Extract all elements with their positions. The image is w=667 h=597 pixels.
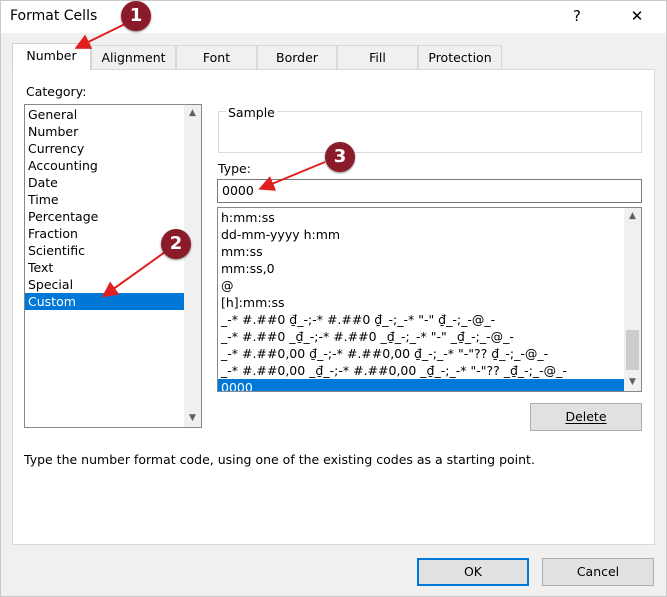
close-icon[interactable]: ✕ — [620, 4, 654, 28]
list-item[interactable]: _-* #.##0 _₫_-;-* #.##0 _₫_-;_-* "-" _₫_… — [218, 328, 624, 345]
tab-fill[interactable]: Fill — [337, 45, 418, 69]
annotation-badge-1: 1 — [121, 1, 151, 31]
tab-font[interactable]: Font — [176, 45, 257, 69]
scroll-thumb[interactable] — [626, 330, 639, 370]
help-icon[interactable]: ? — [560, 4, 594, 28]
list-item[interactable]: mm:ss — [218, 243, 624, 260]
list-item[interactable]: Number — [25, 123, 201, 140]
type-input[interactable]: 0000 — [217, 179, 642, 203]
type-format-list[interactable]: h:mm:ss dd-mm-yyyy h:mm mm:ss mm:ss,0 @ [h]:m… — [217, 207, 642, 392]
list-item[interactable]: Time — [25, 191, 201, 208]
list-item[interactable]: _-* #.##0,00 ₫_-;-* #.##0,00 ₫_-;_-* "-"… — [218, 345, 624, 362]
tab-alignment[interactable]: Alignment — [91, 45, 176, 69]
list-item[interactable]: Special — [25, 276, 201, 293]
ok-button[interactable]: OK — [417, 558, 529, 586]
scroll-up-icon[interactable]: ▲ — [624, 208, 641, 225]
annotation-badge-3: 3 — [325, 142, 355, 172]
type-label: Type: — [218, 161, 251, 176]
tab-protection[interactable]: Protection — [418, 45, 502, 69]
list-item[interactable]: Currency — [25, 140, 201, 157]
format-description: Type the number format code, using one o… — [24, 452, 535, 467]
scroll-down-icon[interactable]: ▼ — [184, 410, 201, 427]
scroll-down-icon[interactable]: ▼ — [624, 374, 641, 391]
category-list[interactable]: General Number Currency Accounting Date Time P… — [24, 104, 202, 428]
category-scrollbar[interactable]: ▲ ▼ — [184, 105, 201, 427]
list-item[interactable]: Text — [25, 259, 201, 276]
list-item[interactable]: Date — [25, 174, 201, 191]
sample-label: Sample — [226, 105, 277, 120]
list-item[interactable]: _-* #.##0,00 _₫_-;-* #.##0,00 _₫_-;_-* "… — [218, 362, 624, 379]
type-scrollbar[interactable]: ▲ ▼ — [624, 208, 641, 391]
list-item[interactable]: General — [25, 106, 201, 123]
list-item[interactable]: @ — [218, 277, 624, 294]
sample-group: Sample — [218, 105, 642, 153]
list-item[interactable]: mm:ss,0 — [218, 260, 624, 277]
window-title: Format Cells — [10, 8, 98, 24]
tab-number[interactable]: Number — [12, 43, 91, 70]
category-label: Category: — [26, 84, 87, 99]
list-item[interactable]: h:mm:ss — [218, 209, 624, 226]
list-item[interactable]: [h]:mm:ss — [218, 294, 624, 311]
delete-button-label: Delete — [565, 409, 607, 424]
cancel-button[interactable]: Cancel — [542, 558, 654, 586]
list-item[interactable]: _-* #.##0 ₫_-;-* #.##0 ₫_-;_-* "-" ₫_-;_… — [218, 311, 624, 328]
tab-strip: Number Alignment Font Border Fill Protec… — [12, 43, 654, 70]
tab-border[interactable]: Border — [257, 45, 337, 69]
list-item[interactable]: dd-mm-yyyy h:mm — [218, 226, 624, 243]
list-item[interactable]: Percentage — [25, 208, 201, 225]
list-item[interactable]: 0000 — [218, 379, 624, 391]
list-item[interactable]: Accounting — [25, 157, 201, 174]
scroll-up-icon[interactable]: ▲ — [184, 105, 201, 122]
delete-button[interactable]: Delete — [530, 403, 642, 431]
annotation-badge-2: 2 — [161, 229, 191, 259]
list-item[interactable]: Custom — [25, 293, 201, 310]
title-bar: Format Cells ? ✕ — [0, 0, 667, 33]
dialog-footer: OK Cancel — [0, 546, 667, 597]
